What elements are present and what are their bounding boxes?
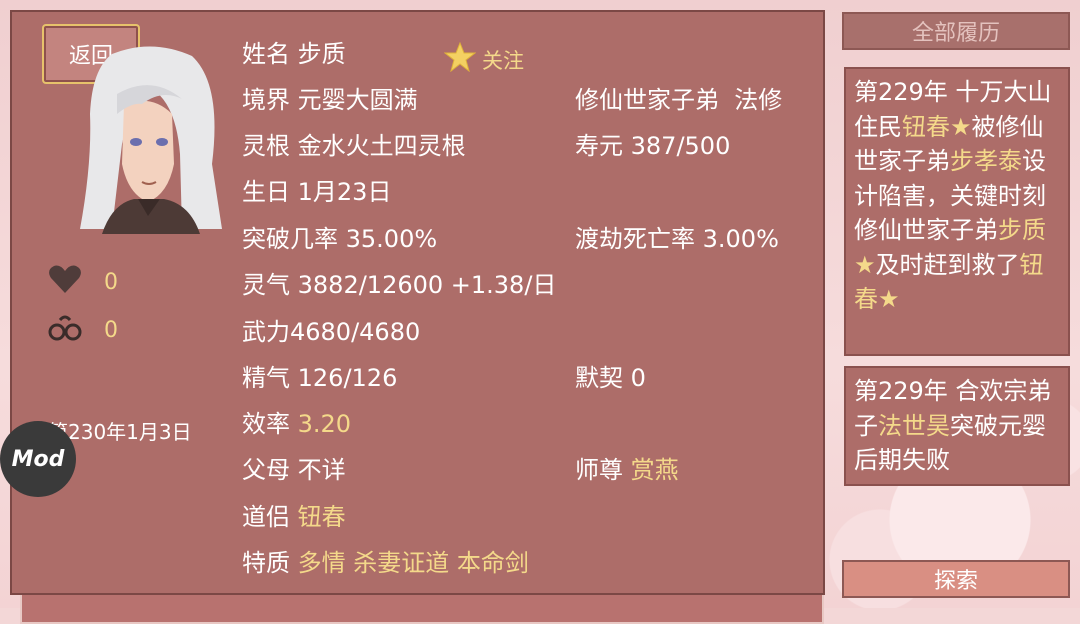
traits-label: 特质 — [242, 549, 290, 577]
history-person[interactable]: 钮春★ — [902, 113, 972, 141]
follow-button[interactable]: 关注 — [443, 41, 524, 77]
parents-label: 父母 — [242, 456, 290, 484]
lifespan-row: 寿元 387/500 — [575, 126, 730, 161]
parents-value: 不详 — [297, 456, 346, 484]
qi-value: 3882/12600 +1.38/日 — [297, 271, 557, 299]
master-label: 师尊 — [575, 456, 623, 484]
qi-label: 灵气 — [242, 271, 290, 299]
partner-label: 道侣 — [242, 503, 290, 531]
tribulation-value: 3.00% — [702, 225, 779, 253]
root-label: 灵根 — [242, 132, 290, 160]
realm-label: 境界 — [242, 86, 290, 114]
essence-label: 精气 — [242, 364, 290, 392]
efficiency-label: 效率 — [242, 410, 290, 438]
partner-value[interactable]: 钮春 — [298, 503, 346, 531]
background-list-card — [20, 590, 824, 624]
heart-icon — [48, 264, 82, 300]
partner-row: 道侣 钮春 — [242, 497, 346, 532]
all-history-button[interactable]: 全部履历 — [842, 12, 1070, 50]
root-row: 灵根 金水火土四灵根 — [242, 126, 466, 161]
force-row: 武力4680/4680 — [242, 312, 420, 347]
force-value: 4680/4680 — [290, 318, 421, 346]
character-portrait — [72, 44, 227, 234]
favor-value: 0 — [104, 269, 118, 295]
trait-item[interactable]: 本命剑 — [457, 549, 529, 577]
identity-value: 修仙世家子弟 — [575, 86, 719, 114]
identity-row: 修仙世家子弟 法修 — [575, 80, 782, 115]
mod-button[interactable]: Mod — [0, 421, 76, 497]
master-row: 师尊 赏燕 — [575, 450, 679, 485]
explore-button[interactable]: 探索 — [842, 560, 1070, 598]
lifespan-value: 387/500 — [630, 132, 731, 160]
rapport-label: 默契 — [575, 364, 623, 392]
history-person[interactable]: 步孝泰 — [950, 147, 1022, 175]
essence-value: 126/126 — [297, 364, 398, 392]
realm-value: 元婴大圆满 — [297, 86, 418, 114]
imprison-stat: 0 — [48, 312, 118, 348]
rapport-value: 0 — [630, 364, 646, 392]
lifespan-label: 寿元 — [575, 132, 623, 160]
name-label: 姓名 — [242, 40, 290, 68]
character-detail-panel: 返回 0 0 第230年1月3日 关注 姓名 步质 境界 元婴大圆满 灵根 金水… — [10, 10, 825, 595]
rapport-row: 默契 0 — [575, 358, 646, 393]
tribulation-row: 渡劫死亡率 3.00% — [575, 219, 779, 254]
parents-row: 父母 不详 — [242, 450, 346, 485]
force-label: 武力 — [242, 318, 290, 346]
handcuffs-icon — [48, 312, 82, 348]
birthday-row: 生日 1月23日 — [242, 172, 391, 207]
efficiency-value: 3.20 — [297, 410, 352, 438]
follow-label: 关注 — [482, 48, 524, 73]
sect-value: 法修 — [734, 86, 783, 114]
history-person[interactable]: 法世昊 — [878, 412, 950, 440]
breakthrough-label: 突破几率 — [242, 225, 338, 253]
qi-row: 灵气 3882/12600 +1.38/日 — [242, 265, 556, 300]
tribulation-label: 渡劫死亡率 — [575, 225, 695, 253]
breakthrough-row: 突破几率 35.00% — [242, 219, 437, 254]
master-value[interactable]: 赏燕 — [631, 456, 679, 484]
realm-row: 境界 元婴大圆满 — [242, 80, 418, 115]
traits-row: 特质 多情 杀妻证道 本命剑 — [242, 543, 529, 578]
history-entry-1: 第229年 十万大山住民钮春★被修仙世家子弟步孝泰设计陷害，关键时刻修仙世家子弟… — [844, 67, 1070, 356]
history-entry-2: 第229年 合欢宗弟子法世昊突破元婴后期失败 — [844, 366, 1070, 486]
root-value: 金水火土四灵根 — [297, 132, 466, 160]
breakthrough-value: 35.00% — [345, 225, 438, 253]
essence-row: 精气 126/126 — [242, 358, 397, 393]
star-icon — [443, 41, 477, 77]
efficiency-row: 效率 3.20 — [242, 404, 351, 439]
name-row: 姓名 步质 — [242, 34, 346, 69]
birthday-value: 1月23日 — [297, 178, 392, 206]
trait-item[interactable]: 杀妻证道 — [353, 549, 449, 577]
history-text: 及时赶到救了 — [875, 250, 1020, 279]
birthday-label: 生日 — [242, 178, 290, 206]
trait-item[interactable]: 多情 — [298, 549, 346, 577]
name-value: 步质 — [297, 40, 346, 68]
favor-stat: 0 — [48, 264, 118, 300]
imprison-value: 0 — [104, 317, 118, 343]
